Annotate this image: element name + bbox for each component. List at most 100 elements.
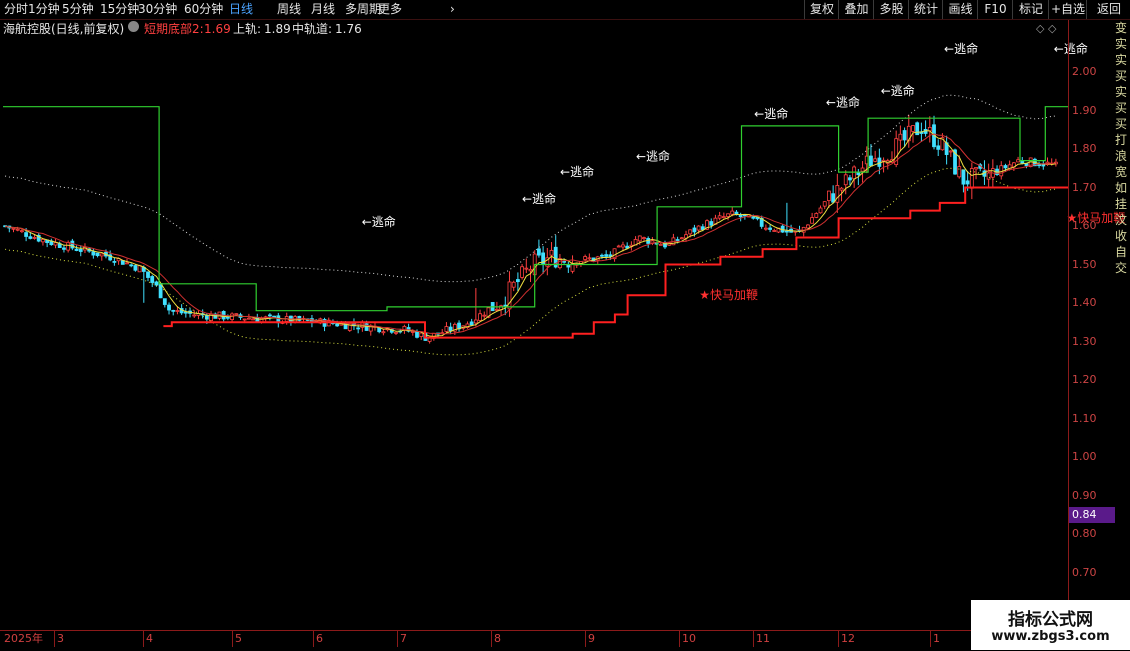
y-tick-label: 0.80 bbox=[1072, 527, 1097, 540]
escape-signal-label: ←逃命 bbox=[944, 41, 978, 56]
candle bbox=[95, 252, 100, 258]
tab-3[interactable]: 15分钟 bbox=[100, 1, 139, 18]
candle bbox=[381, 329, 386, 336]
x-month-label: 11 bbox=[753, 631, 770, 647]
tab-6[interactable]: 日线 bbox=[229, 1, 253, 18]
candle bbox=[566, 261, 571, 273]
candle bbox=[183, 308, 188, 318]
tab-4[interactable]: 30分钟 bbox=[138, 1, 177, 18]
indicator-dropdown-icon[interactable] bbox=[128, 21, 139, 32]
candle bbox=[1041, 160, 1046, 170]
tab-1[interactable]: 1分钟 bbox=[28, 1, 60, 18]
candle bbox=[923, 120, 928, 137]
candle bbox=[1045, 157, 1050, 166]
candle bbox=[818, 205, 823, 214]
candle bbox=[448, 322, 453, 335]
upper-dotted-band bbox=[4, 94, 1056, 283]
right-strip-char: 买 bbox=[1115, 69, 1128, 83]
tab-7[interactable]: 周线 bbox=[277, 1, 301, 18]
tab-2[interactable]: 5分钟 bbox=[62, 1, 94, 18]
candle bbox=[141, 265, 146, 303]
escape-signal-label: ←逃命 bbox=[636, 149, 670, 164]
candle bbox=[133, 264, 138, 272]
candlestick-chart[interactable]: ←逃命←逃命←逃命←逃命←逃命←逃命←逃命←逃命 ←逃命★快马加鞭★快马加鞭 bbox=[0, 0, 1130, 650]
candle bbox=[465, 321, 470, 329]
right-strip-char: 实 bbox=[1115, 37, 1128, 51]
right-strip-char: 打 bbox=[1115, 133, 1128, 147]
upper-band-label: 上轨: bbox=[233, 22, 262, 36]
tab-10[interactable]: 更多 bbox=[378, 1, 402, 18]
indicator-value: 1.69 bbox=[204, 22, 231, 36]
y-tick-label: 1.50 bbox=[1072, 257, 1097, 271]
toolbar-button-3[interactable]: 统计 bbox=[908, 0, 943, 19]
y-tick-label: 1.60 bbox=[1072, 219, 1097, 232]
tab-9[interactable]: 多周期 bbox=[345, 1, 381, 18]
ma-short-line bbox=[4, 130, 1056, 337]
candle bbox=[869, 144, 873, 167]
candle bbox=[234, 313, 239, 316]
tab-0[interactable]: 分时 bbox=[4, 1, 28, 18]
x-month-label: 9 bbox=[585, 631, 595, 647]
escape-signal-label: ←逃命 bbox=[826, 95, 860, 110]
candle bbox=[646, 236, 651, 248]
toolbar-button-1[interactable]: 叠加 bbox=[838, 0, 874, 19]
candle bbox=[801, 226, 806, 237]
toolbar-button-4[interactable]: 画线 bbox=[942, 0, 978, 19]
indicator-name: 短期底部2: bbox=[144, 22, 204, 36]
x-month-label: 10 bbox=[679, 631, 696, 647]
toolbar-button-5[interactable]: F10 bbox=[977, 0, 1013, 19]
candle bbox=[948, 150, 953, 157]
candle bbox=[268, 313, 272, 321]
candle bbox=[146, 271, 150, 282]
candle bbox=[171, 309, 176, 316]
y-tick-label: 0.90 bbox=[1072, 488, 1097, 502]
candle bbox=[162, 298, 167, 308]
candle bbox=[835, 173, 840, 213]
right-info-strip[interactable]: 变实实买实买买打浪宽如挂汶收自交 bbox=[1115, 20, 1130, 630]
stock-title[interactable]: 海航控股(日线,前复权) bbox=[3, 20, 124, 38]
toolbar-button-0[interactable]: 复权 bbox=[804, 0, 839, 19]
candle bbox=[478, 309, 482, 321]
right-strip-char: 如 bbox=[1115, 181, 1128, 195]
buy-signal-label: ★快马加鞭 bbox=[699, 288, 758, 302]
x-month-label: 4 bbox=[143, 631, 153, 647]
candle bbox=[831, 185, 836, 204]
candle bbox=[684, 230, 688, 242]
candle bbox=[616, 244, 621, 248]
red-step-line bbox=[163, 186, 1068, 339]
y-tick-label: 1.70 bbox=[1072, 180, 1097, 194]
candle bbox=[520, 263, 524, 280]
chevron-right-icon[interactable]: › bbox=[450, 1, 455, 18]
candle bbox=[822, 201, 827, 210]
x-month-label: 2025年 bbox=[4, 632, 43, 645]
toolbar-button-7[interactable]: +自选 bbox=[1048, 0, 1087, 19]
candle bbox=[1016, 156, 1020, 163]
panel-control-icons[interactable]: ◇ ◇ bbox=[1036, 22, 1056, 35]
toolbar-button-2[interactable]: 多股 bbox=[873, 0, 909, 19]
candle bbox=[45, 239, 50, 248]
candle bbox=[999, 161, 1004, 180]
x-month-label: 7 bbox=[397, 631, 407, 647]
right-strip-char: 自 bbox=[1115, 245, 1128, 259]
candle bbox=[150, 274, 155, 288]
candle bbox=[898, 125, 903, 152]
right-strip-char: 汶 bbox=[1115, 213, 1128, 227]
watermark-title: 指标公式网 bbox=[1008, 610, 1093, 630]
tab-8[interactable]: 月线 bbox=[311, 1, 335, 18]
x-month-label: 12 bbox=[838, 631, 855, 647]
toolbar-button-6[interactable]: 标记 bbox=[1012, 0, 1049, 19]
candle bbox=[457, 320, 461, 332]
candle bbox=[852, 165, 857, 188]
tab-5[interactable]: 60分钟 bbox=[184, 1, 223, 18]
candle bbox=[881, 157, 886, 173]
toolbar-button-8[interactable]: 返回 bbox=[1086, 0, 1130, 19]
watermark: 指标公式网 www.zbgs3.com bbox=[971, 600, 1130, 650]
escape-signal-label: ←逃命 bbox=[362, 214, 396, 229]
x-month-label: 8 bbox=[491, 631, 501, 647]
candle bbox=[112, 257, 117, 266]
candle bbox=[595, 255, 600, 264]
candle bbox=[944, 135, 949, 165]
candle bbox=[768, 224, 772, 233]
candle bbox=[322, 317, 327, 332]
candle bbox=[230, 312, 234, 322]
